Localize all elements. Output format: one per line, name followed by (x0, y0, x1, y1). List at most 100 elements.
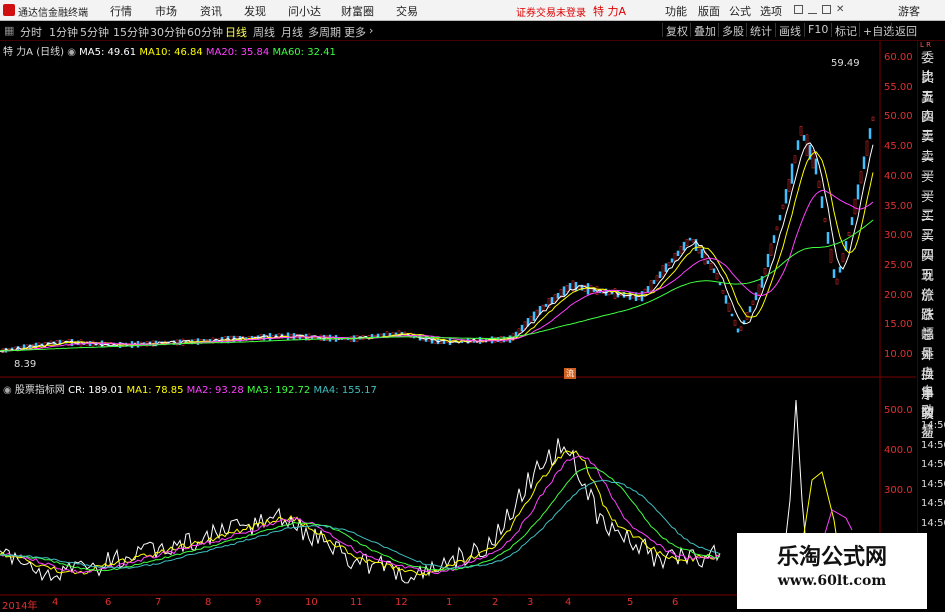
candle (793, 155, 797, 164)
candle (730, 313, 734, 317)
settings-icon[interactable]: ◉ (67, 47, 76, 58)
candle (289, 334, 293, 339)
candle (712, 268, 716, 274)
candle (865, 140, 869, 156)
ma60-line (0, 219, 874, 352)
candle (772, 235, 776, 243)
sub-chart-legend: ◉ 股票指标网 CR: 189.01 MA1: 78.85 MA2: 93.28… (3, 381, 377, 396)
candle (586, 283, 590, 295)
candle (733, 319, 737, 326)
candle (748, 306, 752, 313)
cr-label: CR: 189.01 (68, 385, 124, 396)
candle (820, 196, 824, 209)
ma5-label: MA5: 49.61 (79, 47, 137, 58)
candle (736, 328, 740, 333)
candle (685, 239, 689, 246)
x-tick-label: 2014年 (2, 601, 38, 612)
cr-ma4-label: MA4: 155.17 (313, 385, 377, 396)
main-y-tick: 50.00 (884, 111, 913, 123)
watermark-title: 乐淘公式网 (776, 545, 887, 570)
candle (862, 156, 866, 169)
candle (268, 333, 272, 341)
quote-panel-item[interactable]: 14:50 (921, 420, 945, 431)
candle (688, 237, 692, 241)
x-tick-label: 9 (255, 597, 262, 608)
quote-panel-item[interactable]: 14:50 (921, 459, 945, 470)
candle (850, 217, 854, 226)
candle (718, 282, 722, 286)
candle (871, 116, 875, 122)
candle (553, 294, 557, 303)
candle (661, 265, 665, 278)
candle (535, 309, 539, 317)
quote-panel-item[interactable]: 14:50 (921, 518, 945, 529)
candle (790, 163, 794, 184)
period-tag: (日线) (36, 47, 65, 58)
stock-title: 特 力A (3, 47, 34, 58)
chart-canvas[interactable] (0, 0, 945, 609)
candle (859, 171, 863, 184)
candle (757, 284, 761, 296)
candle (781, 204, 785, 210)
candle (751, 300, 755, 305)
ma10-line (0, 151, 874, 352)
candle (568, 283, 572, 290)
candle (727, 302, 731, 312)
main-y-tick: 40.00 (884, 170, 913, 182)
main-chart-legend: 特 力A (日线) ◉ MA5: 49.61 MA10: 46.84 MA20:… (3, 43, 336, 58)
quote-panel-item[interactable]: 14:50 (921, 498, 945, 509)
candle (529, 316, 533, 323)
candle (769, 243, 773, 256)
candle (796, 140, 800, 150)
ma5-line (0, 142, 874, 353)
candle (649, 280, 653, 291)
x-tick-label: 4 (565, 597, 572, 608)
candle (715, 273, 719, 280)
main-y-tick: 10.00 (884, 349, 913, 360)
candle (550, 297, 554, 305)
candle (676, 250, 680, 257)
candle (835, 278, 839, 285)
candle (562, 286, 566, 296)
low-price-label: 8.39 (14, 359, 37, 370)
event-badge[interactable]: 流 (564, 368, 576, 379)
candle (823, 217, 827, 223)
ma20-label: MA20: 35.84 (205, 47, 270, 58)
cr-ma2-label: MA2: 93.28 (186, 385, 244, 396)
candle (523, 321, 527, 329)
candle (787, 179, 791, 192)
candle (181, 338, 185, 346)
candle (739, 326, 743, 331)
candle (754, 292, 758, 301)
ma10-label: MA10: 46.84 (139, 47, 203, 58)
candle (847, 231, 851, 236)
x-tick-label: 6 (105, 597, 112, 608)
candle (673, 252, 677, 261)
x-tick-label: 5 (627, 597, 634, 608)
candle (634, 292, 638, 301)
quote-side-panel: L R 委比 卖五 卖四 卖三 卖二 卖一 买一 买二 买三 买四 买五 现价 涨跌 涨幅 总量 外盘 换手 净资… (917, 41, 945, 609)
candle (724, 295, 728, 304)
cr-ma1-label: MA1: 78.85 (126, 385, 184, 396)
main-y-tick: 25.00 (884, 259, 913, 271)
candle (388, 332, 392, 336)
candle (646, 286, 650, 293)
candle (229, 335, 233, 343)
candle (520, 324, 524, 332)
x-tick-label: 8 (205, 597, 212, 608)
cr-ma3-label: MA3: 192.72 (246, 385, 311, 396)
x-tick-label: 7 (155, 597, 162, 608)
quote-panel-item[interactable]: 14:50 (921, 479, 945, 490)
candle (589, 285, 593, 294)
candle (544, 303, 548, 307)
candle (766, 253, 770, 268)
indicator-settings-icon[interactable]: ◉ (3, 385, 12, 396)
quote-panel-item[interactable]: 14:50 (921, 440, 945, 451)
candle (556, 292, 560, 299)
site-watermark: 乐淘公式网 www.60lt.com (737, 533, 927, 609)
candle (670, 258, 674, 263)
main-y-tick: 15.00 (884, 319, 913, 331)
indicator-title: 股票指标网 (14, 385, 65, 396)
high-price-label: 59.49 (831, 58, 860, 69)
main-y-tick: 45.00 (884, 141, 913, 153)
